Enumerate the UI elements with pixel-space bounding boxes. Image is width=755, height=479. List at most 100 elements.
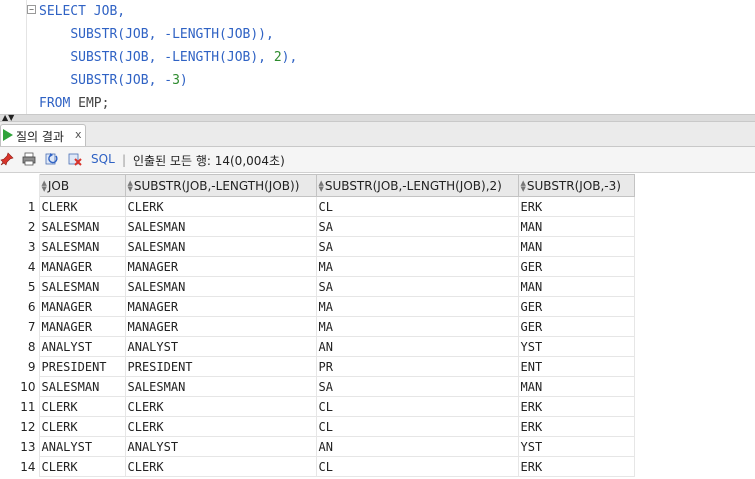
table-cell[interactable]: CLERK [38,196,126,217]
sql-code[interactable]: SELECT JOB, SUBSTR(JOB, -LENGTH(JOB)), S… [39,2,297,117]
column-header-substr-3[interactable]: ▲ ▼SUBSTR(JOB,-3) [517,174,635,197]
table-cell[interactable]: MANAGER [38,256,126,277]
table-row[interactable]: 11 CLERK CLERK CL ERK [0,396,635,417]
export-icon[interactable] [68,152,82,166]
table-row[interactable]: 12 CLERK CLERK CL ERK [0,416,635,437]
table-cell[interactable]: AN [315,436,519,457]
table-cell[interactable]: GER [517,256,635,277]
table-row[interactable]: 6 MANAGER MANAGER MA GER [0,296,635,317]
table-cell[interactable]: YST [517,336,635,357]
sql-editor[interactable]: − SELECT JOB, SUBSTR(JOB, -LENGTH(JOB)),… [0,0,755,114]
row-number[interactable]: 14 [0,456,40,477]
table-cell[interactable]: CL [315,396,519,417]
table-cell[interactable]: ERK [517,456,635,477]
table-cell[interactable]: ANALYST [38,336,126,357]
table-cell[interactable]: MA [315,296,519,317]
table-cell[interactable]: CLERK [124,396,317,417]
table-row[interactable]: 10 SALESMAN SALESMAN SA MAN [0,376,635,397]
table-cell[interactable]: SALESMAN [124,376,317,397]
table-cell[interactable]: ENT [517,356,635,377]
table-row[interactable]: 13 ANALYST ANALYST AN YST [0,436,635,457]
table-cell[interactable]: YST [517,436,635,457]
table-cell[interactable]: AN [315,336,519,357]
sort-icon[interactable]: ▲ ▼ [319,180,324,193]
row-number[interactable]: 8 [0,336,40,357]
table-cell[interactable]: PR [315,356,519,377]
table-cell[interactable]: MAN [517,216,635,237]
row-number[interactable]: 12 [0,416,40,437]
table-cell[interactable]: CL [315,456,519,477]
table-cell[interactable]: MANAGER [124,256,317,277]
table-cell[interactable]: CL [315,416,519,437]
table-cell[interactable]: CLERK [124,196,317,217]
table-cell[interactable]: SALESMAN [124,276,317,297]
tab-query-result[interactable]: 질의 결과 x [0,124,86,146]
row-number[interactable]: 10 [0,376,40,397]
table-cell[interactable]: ANALYST [38,436,126,457]
sort-icon[interactable]: ▲ ▼ [521,180,526,193]
table-cell[interactable]: MANAGER [124,316,317,337]
table-row[interactable]: 3 SALESMAN SALESMAN SA MAN [0,236,635,257]
table-cell[interactable]: GER [517,296,635,317]
table-cell[interactable]: CLERK [38,456,126,477]
table-cell[interactable]: SA [315,376,519,397]
row-number[interactable]: 5 [0,276,40,297]
row-number[interactable]: 13 [0,436,40,457]
table-cell[interactable]: ANALYST [124,336,317,357]
table-row[interactable]: 4 MANAGER MANAGER MA GER [0,256,635,277]
table-cell[interactable]: MAN [517,236,635,257]
sort-icon[interactable]: ▲ ▼ [128,180,133,193]
table-row[interactable]: 1 CLERK CLERK CL ERK [0,196,635,217]
table-cell[interactable]: CL [315,196,519,217]
results-grid[interactable]: ▲ ▼JOB ▲ ▼SUBSTR(JOB,-LENGTH(JOB)) ▲ ▼SUBST… [0,174,635,477]
table-cell[interactable]: SALESMAN [38,236,126,257]
table-cell[interactable]: CLERK [124,456,317,477]
table-row[interactable]: 14 CLERK CLERK CL ERK [0,456,635,477]
table-row[interactable]: 7 MANAGER MANAGER MA GER [0,316,635,337]
table-cell[interactable]: MAN [517,376,635,397]
close-icon[interactable]: x [75,128,82,141]
table-cell[interactable]: ERK [517,416,635,437]
table-row[interactable]: 2 SALESMAN SALESMAN SA MAN [0,216,635,237]
sql-button[interactable]: SQL [91,152,115,166]
table-cell[interactable]: CLERK [124,416,317,437]
table-cell[interactable]: MANAGER [38,296,126,317]
table-cell[interactable]: CLERK [38,416,126,437]
table-cell[interactable]: SALESMAN [124,216,317,237]
print-icon[interactable] [22,152,36,166]
row-number[interactable]: 6 [0,296,40,317]
row-number[interactable]: 7 [0,316,40,337]
table-cell[interactable]: SALESMAN [38,216,126,237]
table-cell[interactable]: SALESMAN [124,236,317,257]
table-cell[interactable]: MA [315,256,519,277]
table-cell[interactable]: ANALYST [124,436,317,457]
pin-icon[interactable] [0,152,14,166]
table-cell[interactable]: MAN [517,276,635,297]
row-number[interactable]: 3 [0,236,40,257]
table-cell[interactable]: MANAGER [124,296,317,317]
refresh-icon[interactable] [45,152,59,166]
splitter-arrows-icon[interactable]: ▲▼ [2,114,14,122]
row-number[interactable]: 11 [0,396,40,417]
sort-icon[interactable]: ▲ ▼ [42,180,47,193]
table-cell[interactable]: CLERK [38,396,126,417]
pane-splitter[interactable] [0,114,755,122]
row-number[interactable]: 9 [0,356,40,377]
row-number[interactable]: 1 [0,196,40,217]
row-number[interactable]: 2 [0,216,40,237]
table-cell[interactable]: ERK [517,396,635,417]
table-cell[interactable]: SA [315,216,519,237]
column-header-substr-length-2[interactable]: ▲ ▼SUBSTR(JOB,-LENGTH(JOB),2) [315,174,519,197]
table-cell[interactable]: SA [315,236,519,257]
column-header-job[interactable]: ▲ ▼JOB [38,174,126,197]
table-row[interactable]: 9 PRESIDENT PRESIDENT PR ENT [0,356,635,377]
table-row[interactable]: 5 SALESMAN SALESMAN SA MAN [0,276,635,297]
fold-toggle-icon[interactable]: − [27,5,36,14]
table-row[interactable]: 8 ANALYST ANALYST AN YST [0,336,635,357]
row-number[interactable]: 4 [0,256,40,277]
table-cell[interactable]: SALESMAN [38,376,126,397]
table-cell[interactable]: PRESIDENT [124,356,317,377]
table-cell[interactable]: MANAGER [38,316,126,337]
table-cell[interactable]: MA [315,316,519,337]
table-cell[interactable]: SALESMAN [38,276,126,297]
